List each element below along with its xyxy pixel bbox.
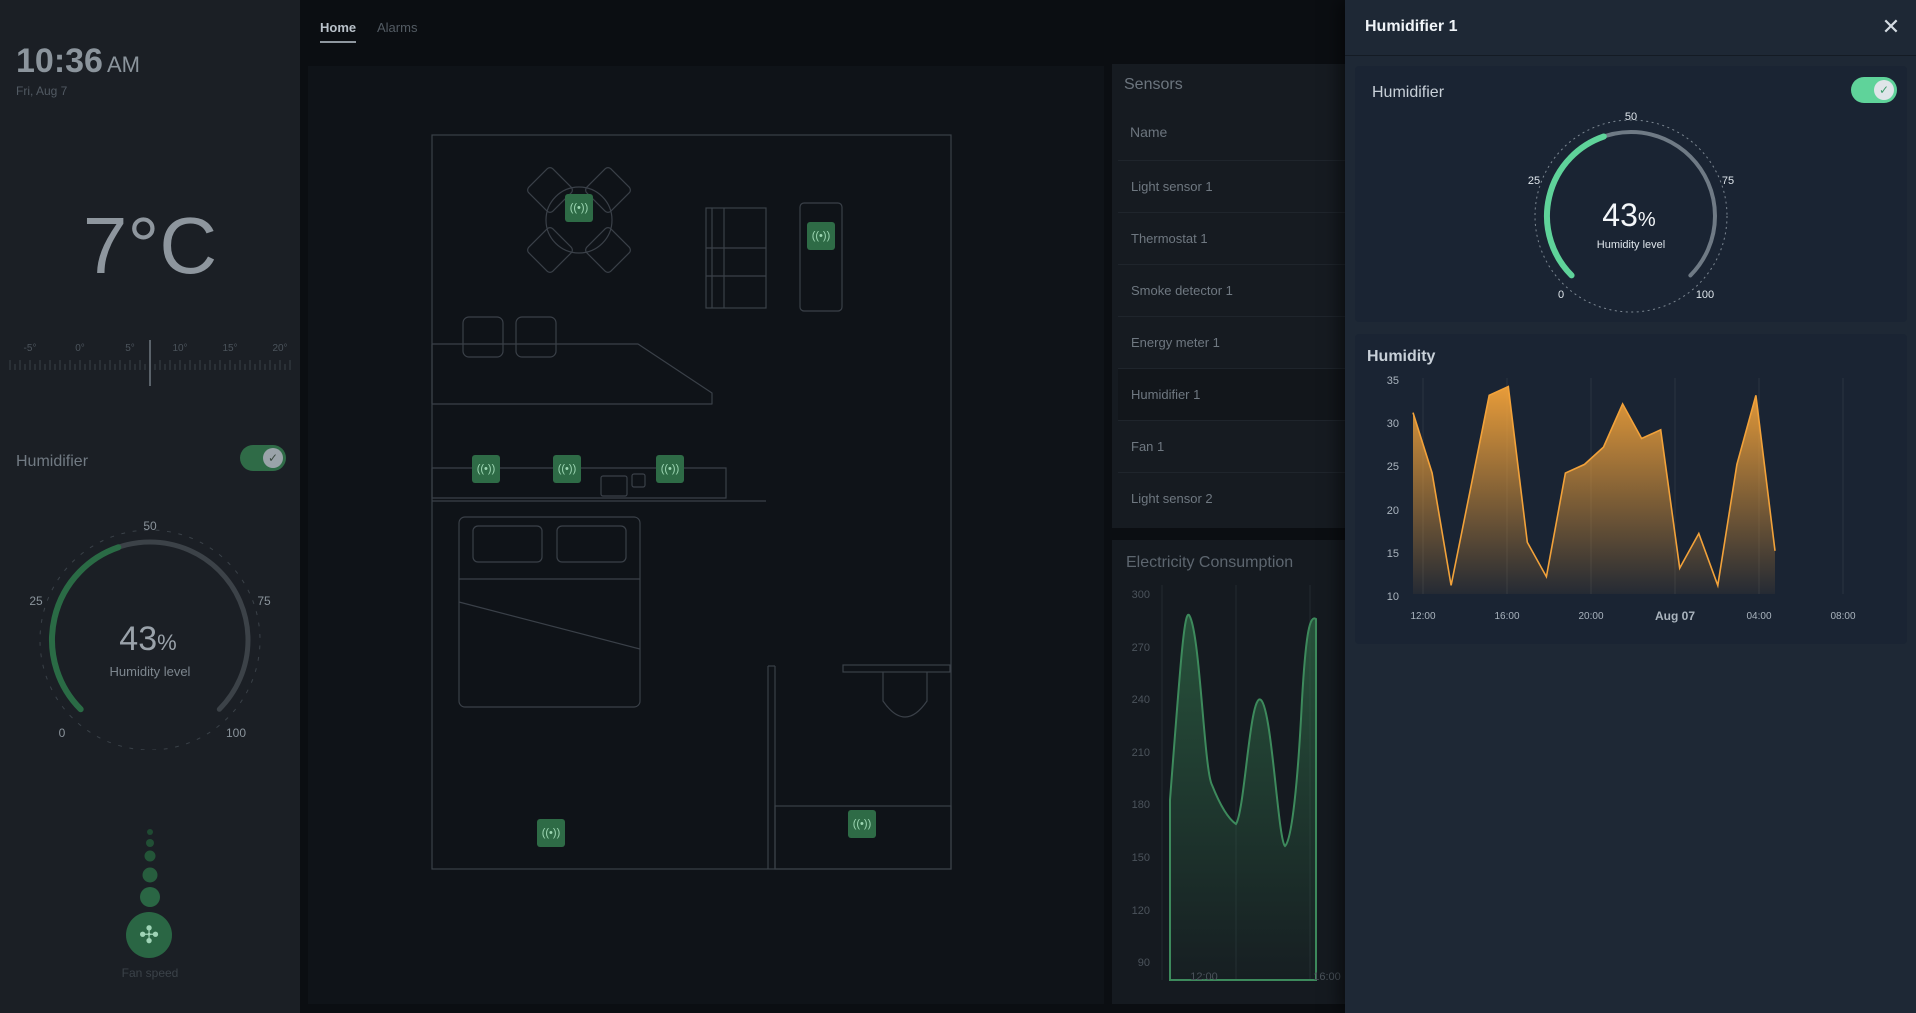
sensor-row-smoke-detector-1[interactable]: Smoke detector 1: [1118, 264, 1352, 316]
close-icon[interactable]: ✕: [1878, 14, 1904, 40]
sensors-column-header[interactable]: Name: [1130, 124, 1167, 140]
check-icon: ✓: [263, 448, 283, 468]
sensor-row-light-sensor-1[interactable]: Light sensor 1: [1118, 160, 1352, 212]
humidity-gauge: 0 25 50 75 100 43% Humidity level: [29, 519, 271, 750]
electricity-panel: Electricity Consumption 300 270 240 210 …: [1112, 540, 1352, 1004]
humidity-x-tick: 04:00: [1746, 611, 1771, 622]
gauge-value: 43: [119, 620, 157, 658]
gauge-tick-100: 100: [226, 726, 246, 740]
svg-text:43%: 43%: [1602, 197, 1656, 233]
sensor-icon[interactable]: ((•)): [472, 455, 500, 483]
sensors-title: Sensors: [1124, 76, 1183, 93]
humidity-x-tick: 08:00: [1830, 611, 1855, 622]
sensor-row-light-sensor-2[interactable]: Light sensor 2: [1118, 472, 1352, 524]
drawer-gauge-tick-0: 0: [1558, 289, 1564, 301]
clock-ampm: AM: [106, 52, 140, 77]
drawer-title: Humidifier 1: [1365, 18, 1458, 35]
humidifier-card: Humidifier ✓ 0 25 50 75 100 43% Humidity…: [1355, 66, 1907, 322]
humidifier-card-title: Humidifier: [1372, 84, 1445, 101]
ruler-tick-label: 10°: [172, 343, 187, 354]
detail-drawer: Humidifier 1 ✕ Humidifier ✓ 0 25 50 75 1…: [1345, 0, 1916, 1013]
humidity-chart-card: Humidity 35 30 25 20 15 10 12:00 16:00 2…: [1355, 334, 1907, 644]
drawer-gauge-label: Humidity level: [1597, 239, 1665, 251]
ruler-tick-label: 20°: [272, 343, 287, 354]
tab-alarms[interactable]: Alarms: [377, 20, 417, 35]
fan-icon[interactable]: ✣: [126, 912, 172, 958]
humidity-y-tick: 20: [1387, 505, 1399, 517]
ruler-tick-label: -5°: [24, 343, 37, 354]
sensor-row-energy-meter-1[interactable]: Energy meter 1: [1118, 316, 1352, 368]
drawer-header: Humidifier 1 ✕: [1345, 0, 1916, 56]
temperature-display: 7°C: [82, 201, 218, 290]
humidity-y-tick: 15: [1387, 548, 1399, 560]
elec-y-tick: 300: [1132, 589, 1150, 601]
humidity-x-tick: Aug 07: [1655, 609, 1695, 623]
drawer-humidity-gauge: 0 25 50 75 100 43% Humidity level: [1528, 111, 1734, 313]
humidity-chart-title: Humidity: [1367, 348, 1436, 365]
elec-y-tick: 210: [1132, 747, 1150, 759]
gauge-tick-75: 75: [257, 594, 271, 608]
ruler-tick-label: 5°: [125, 343, 135, 354]
drawer-gauge-value: 43: [1602, 197, 1638, 233]
sensor-icon[interactable]: ((•)): [565, 194, 593, 222]
date: Fri, Aug 7: [16, 84, 68, 98]
drawer-gauge-tick-50: 50: [1625, 111, 1637, 123]
left-sidebar: 10:36 AM Fri, Aug 7 7°C -5° 0° 5° 10° 15°…: [0, 0, 300, 1013]
drawer-gauge-tick-25: 25: [1528, 175, 1540, 187]
gauge-tick-25: 25: [29, 594, 43, 608]
drawer-humidifier-toggle[interactable]: ✓: [1851, 77, 1897, 103]
sensor-row-humidifier-1[interactable]: Humidifier 1: [1118, 368, 1352, 420]
ruler-tick-label: 15°: [222, 343, 237, 354]
humidity-y-tick: 10: [1387, 591, 1399, 603]
fan-speed-indicator: [140, 829, 160, 907]
sensor-icon[interactable]: ((•)): [807, 222, 835, 250]
sensor-row-fan-1[interactable]: Fan 1: [1118, 420, 1352, 472]
sensor-icon[interactable]: ((•)): [656, 455, 684, 483]
sensor-icon[interactable]: ((•)): [848, 810, 876, 838]
gauge-unit: %: [157, 630, 177, 655]
humidity-y-tick: 30: [1387, 418, 1399, 430]
floor-plan: ((•)) ((•)) ((•)) ((•)) ((•)) ((•)) ((•)…: [308, 66, 1104, 1004]
sensor-icon[interactable]: ((•)): [537, 819, 565, 847]
humidity-x-tick: 20:00: [1578, 611, 1603, 622]
elec-y-tick: 270: [1132, 642, 1150, 654]
sensor-icon[interactable]: ((•)): [553, 455, 581, 483]
fan-speed-label: Fan speed: [121, 966, 179, 980]
drawer-gauge-unit: %: [1638, 209, 1656, 231]
humidity-chart: 35 30 25 20 15 10 12:00 16:00 20:00 Aug …: [1387, 375, 1856, 623]
humidity-x-tick: 16:00: [1494, 611, 1519, 622]
tab-home[interactable]: Home: [320, 20, 357, 43]
app: 10:36 AM Fri, Aug 7 7°C -5° 0° 5° 10° 15°…: [0, 0, 1916, 1013]
humidifier-toggle[interactable]: ✓: [240, 445, 286, 471]
sensor-row-thermostat-1[interactable]: Thermostat 1: [1118, 212, 1352, 264]
elec-y-tick: 240: [1132, 694, 1150, 706]
elec-y-tick: 90: [1138, 957, 1150, 969]
svg-text:43%: 43%: [119, 620, 176, 658]
elec-y-tick: 150: [1132, 852, 1150, 864]
humidity-y-tick: 25: [1387, 461, 1399, 473]
clock-time: 10:36: [16, 42, 103, 80]
drawer-gauge-tick-75: 75: [1722, 175, 1734, 187]
sensors-panel: Sensors Name Light sensor 1 Thermostat 1…: [1112, 64, 1352, 528]
drawer-gauge-tick-100: 100: [1696, 289, 1714, 301]
clock: 10:36 AM: [16, 42, 140, 81]
check-icon: ✓: [1874, 80, 1894, 100]
elec-x-tick: 16:00: [1313, 971, 1341, 983]
elec-x-tick: 12:00: [1190, 971, 1218, 983]
elec-y-tick: 120: [1132, 905, 1150, 917]
elec-y-tick: 180: [1132, 799, 1150, 811]
humidity-y-tick: 35: [1387, 375, 1399, 387]
humidity-x-tick: 12:00: [1410, 611, 1435, 622]
top-nav: Home Alarms: [300, 0, 1345, 56]
electricity-chart: 300 270 240 210 180 150 120 90 12:00 16:…: [1132, 585, 1341, 983]
gauge-label: Humidity level: [110, 664, 191, 679]
floor-plan-drawing: [431, 134, 952, 870]
gauge-tick-0: 0: [59, 726, 66, 740]
humidifier-label: Humidifier: [16, 453, 89, 470]
temperature-ruler[interactable]: -5° 0° 5° 10° 15° 20°: [8, 338, 292, 388]
ruler-tick-label: 0°: [75, 343, 85, 354]
gauge-tick-50: 50: [143, 519, 157, 533]
